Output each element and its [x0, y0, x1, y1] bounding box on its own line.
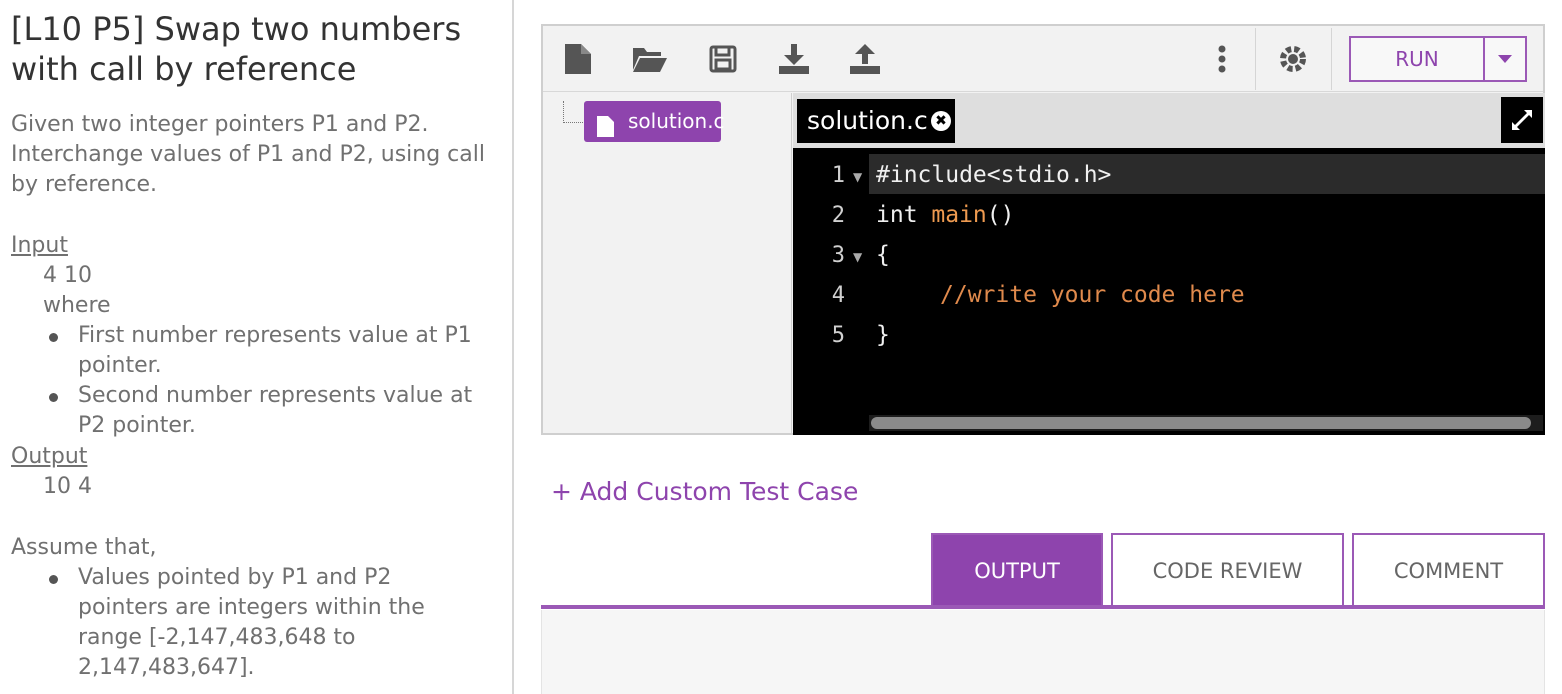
code-editor: RUN solution.c solution.c ✖ 1 ▼ 2 3 ▼ 4 …	[541, 24, 1545, 435]
problem-title: [L10 P5] Swap two numbers with call by r…	[11, 10, 462, 88]
output-heading: Output	[11, 444, 88, 469]
editor-tab-label: solution.c	[807, 106, 928, 135]
file-name: solution.c	[628, 109, 725, 133]
line-number: 5	[831, 323, 845, 348]
input-heading: Input	[11, 233, 68, 258]
code-line: int main()	[876, 202, 1014, 228]
upload-icon[interactable]	[848, 42, 882, 76]
download-icon[interactable]	[777, 42, 811, 76]
editor-toolbar: RUN	[543, 26, 1543, 92]
editor-tab-bar: solution.c ✖	[793, 93, 1545, 148]
output-panel	[541, 610, 1545, 694]
input-bullet: Second number represents value at P2 poi…	[78, 383, 473, 438]
assume-heading: Assume that,	[11, 535, 157, 560]
line-number: 1	[831, 163, 845, 188]
file-icon	[597, 110, 614, 151]
input-example: 4 10	[43, 263, 92, 288]
new-file-icon[interactable]	[561, 42, 595, 76]
bullet-dot	[49, 333, 58, 342]
line-number: 2	[831, 203, 845, 228]
tree-connector	[563, 101, 585, 123]
code-line: }	[876, 322, 890, 348]
run-dropdown-button[interactable]	[1483, 38, 1525, 80]
bullet-dot	[49, 393, 58, 402]
tab-output[interactable]: OUTPUT	[931, 533, 1103, 605]
code-pane[interactable]: solution.c ✖ 1 ▼ 2 3 ▼ 4 5 #include<stdi…	[793, 93, 1545, 435]
expand-icon[interactable]	[1501, 97, 1543, 143]
input-bullet: First number represents value at P1 poin…	[78, 323, 472, 378]
toolbar-divider	[1255, 28, 1256, 90]
run-button[interactable]: RUN	[1351, 38, 1483, 80]
code-comment: //write your code here	[940, 282, 1245, 308]
code-function: main	[931, 202, 987, 228]
file-tree-item[interactable]: solution.c	[584, 101, 725, 142]
tab-code-review[interactable]: CODE REVIEW	[1111, 533, 1344, 605]
file-tree: solution.c	[543, 93, 792, 433]
settings-icon[interactable]	[1276, 42, 1310, 76]
output-example: 10 4	[43, 474, 92, 499]
open-folder-icon[interactable]	[633, 42, 667, 76]
toolbar-divider	[1331, 28, 1332, 90]
add-custom-test-case-link[interactable]: + Add Custom Test Case	[551, 477, 858, 506]
run-button-group: RUN	[1349, 36, 1527, 82]
close-icon[interactable]: ✖	[931, 111, 951, 131]
fold-arrow-icon[interactable]: ▼	[853, 250, 862, 264]
input-where: where	[43, 293, 111, 318]
more-vertical-icon[interactable]	[1205, 42, 1239, 76]
editor-tab[interactable]: solution.c ✖	[797, 99, 955, 143]
assume-bullet: Values pointed by P1 and P2 pointers are…	[78, 565, 425, 680]
bullet-dot	[49, 575, 58, 584]
line-number: 4	[831, 283, 845, 308]
horizontal-scrollbar[interactable]	[869, 415, 1543, 431]
code-line: {	[876, 242, 890, 268]
line-gutter: 1 ▼ 2 3 ▼ 4 5	[793, 151, 869, 431]
problem-panel: [L10 P5] Swap two numbers with call by r…	[0, 0, 514, 694]
code-line: #include<stdio.h>	[876, 162, 1112, 188]
tab-comment[interactable]: COMMENT	[1352, 533, 1545, 605]
line-number: 3	[831, 243, 845, 268]
scrollbar-thumb[interactable]	[871, 417, 1531, 429]
problem-description: Given two integer pointers P1 and P2. In…	[11, 112, 485, 197]
fold-arrow-icon[interactable]: ▼	[853, 170, 862, 184]
chevron-down-icon	[1498, 55, 1512, 63]
code-punct: ()	[986, 202, 1015, 228]
save-icon[interactable]	[706, 42, 740, 76]
output-tab-bar: OUTPUT CODE REVIEW COMMENT	[541, 533, 1545, 609]
code-keyword: int	[876, 202, 932, 228]
